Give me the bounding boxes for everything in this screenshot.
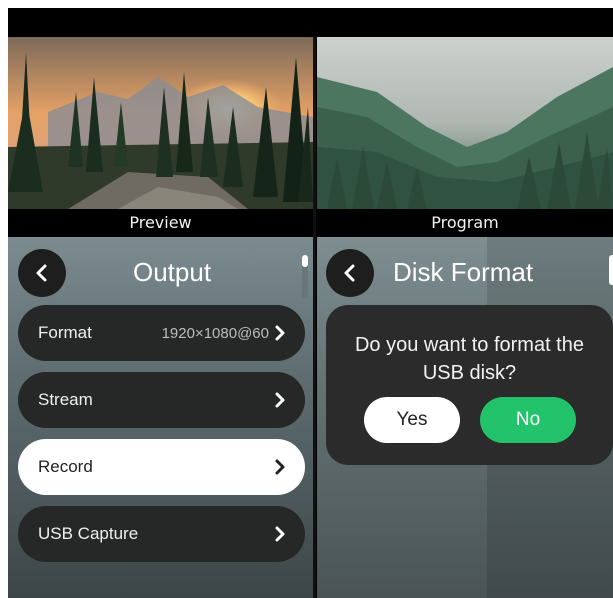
menu-item-format[interactable]: Format 1920×1080@60 [18, 305, 305, 361]
device-screen: Preview Program Output Format 1920×1080@… [8, 37, 613, 598]
scrollbar-thumb[interactable] [609, 255, 613, 285]
output-menu-panel: Output Format 1920×1080@60 Stream Record… [8, 237, 313, 598]
misty-forest-image [317, 37, 613, 209]
yes-button[interactable]: Yes [364, 397, 460, 443]
sunset-forest-mountain-image [8, 37, 313, 209]
chevron-right-icon [275, 325, 285, 341]
menu-item-label: USB Capture [38, 524, 139, 543]
menu-item-label: Format [38, 323, 92, 342]
chevron-right-icon [275, 526, 285, 542]
menu-item-label: Stream [38, 390, 93, 409]
disk-format-title: Disk Format [393, 257, 534, 287]
chevron-right-icon [275, 392, 285, 408]
chevron-left-icon [344, 264, 355, 282]
output-back-button[interactable] [18, 249, 66, 297]
preview-thumbnail[interactable] [8, 37, 313, 209]
top-black-bar [8, 8, 613, 37]
dialog-message-line1: Do you want to format the [354, 334, 584, 356]
program-caption: Program [317, 209, 613, 237]
panel-divider [313, 37, 316, 598]
dialog-message-line2: USB disk? [422, 362, 517, 384]
menu-item-record[interactable]: Record [18, 439, 305, 495]
scrollbar-thumb[interactable] [302, 255, 308, 267]
menu-item-usb-capture[interactable]: USB Capture [18, 506, 305, 562]
disk-format-back-button[interactable] [326, 249, 374, 297]
menu-item-label: Record [38, 457, 93, 476]
no-button[interactable]: No [480, 397, 576, 443]
output-title: Output [133, 257, 212, 287]
preview-caption: Preview [8, 209, 313, 237]
format-confirm-dialog: Do you want to format the USB disk? Yes … [326, 305, 613, 465]
format-value: 1920×1080@60 [161, 324, 269, 342]
disk-format-panel: Disk Format Do you want to format the US… [317, 237, 613, 598]
chevron-left-icon [36, 264, 47, 282]
chevron-right-icon [275, 459, 285, 475]
menu-item-stream[interactable]: Stream [18, 372, 305, 428]
dialog-message: Do you want to format the USB disk? [326, 331, 613, 387]
program-thumbnail[interactable] [317, 37, 613, 209]
